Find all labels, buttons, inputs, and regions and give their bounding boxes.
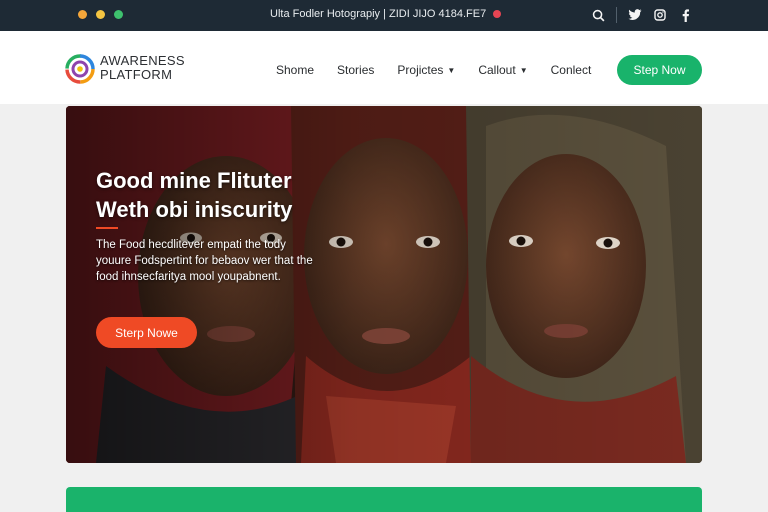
top-bar: Ulta Fodler Hotograpiy | ZIDI JIJO 4184.… (0, 0, 768, 31)
step-now-button[interactable]: Step Now (617, 55, 702, 85)
yellow-dot (96, 10, 105, 19)
green-section-band (66, 487, 702, 512)
nav-label: Projictes (397, 63, 444, 77)
nav-item-callout[interactable]: Callout ▼ (478, 63, 527, 77)
main-nav: Shome Stories Projictes ▼ Callout ▼ Conlec… (276, 63, 591, 77)
divider (616, 7, 617, 23)
hero-banner: Good mine Flituter Weth obi iniscurity T… (66, 106, 702, 463)
hero-cta-button[interactable]: Sterp Nowe (96, 317, 197, 348)
nav-item-home[interactable]: Shome (276, 63, 314, 77)
topbar-info: Ulta Fodler Hotograpiy | ZIDI JIJO 4184.… (270, 8, 502, 20)
search-icon[interactable] (591, 8, 605, 22)
facebook-icon[interactable] (678, 8, 692, 22)
nav-item-contact[interactable]: Conlect (551, 63, 592, 77)
nav-label: Shome (276, 63, 315, 77)
green-dot (114, 10, 123, 19)
orange-dot (78, 10, 87, 19)
twitter-icon[interactable] (628, 8, 642, 22)
nav-label: Stories (337, 63, 375, 77)
instagram-icon[interactable] (653, 8, 667, 22)
brand-logo-icon[interactable] (65, 54, 95, 84)
hero-title: Good mine Flituter Weth obi iniscurity (96, 166, 356, 224)
brand-name[interactable]: AWARENESS PLATFORM (100, 54, 185, 82)
chevron-down-icon: ▼ (447, 66, 456, 75)
hero-title-line-1: Good mine Flituter (96, 168, 292, 193)
brand-line-1: AWARENESS (100, 53, 185, 68)
hero-description: The Food hecdlitever empati the tody you… (96, 239, 313, 283)
nav-label: Callout (478, 63, 516, 77)
topbar-text: Ulta Fodler Hotograpiy | ZIDI JIJO 4184.… (270, 8, 487, 20)
hero-title-line-2: Weth obi iniscurity (96, 197, 293, 222)
hero-accent-rule (96, 227, 118, 229)
top-icons (591, 7, 692, 23)
brand-line-2: PLATFORM (100, 67, 173, 82)
nav-item-projects[interactable]: Projictes ▼ (397, 63, 455, 77)
chevron-down-icon: ▼ (519, 66, 528, 75)
record-dot-icon (493, 10, 502, 18)
window-dots (78, 10, 123, 19)
nav-item-stories[interactable]: Stories (337, 63, 374, 77)
nav-label: Conlect (550, 63, 592, 77)
